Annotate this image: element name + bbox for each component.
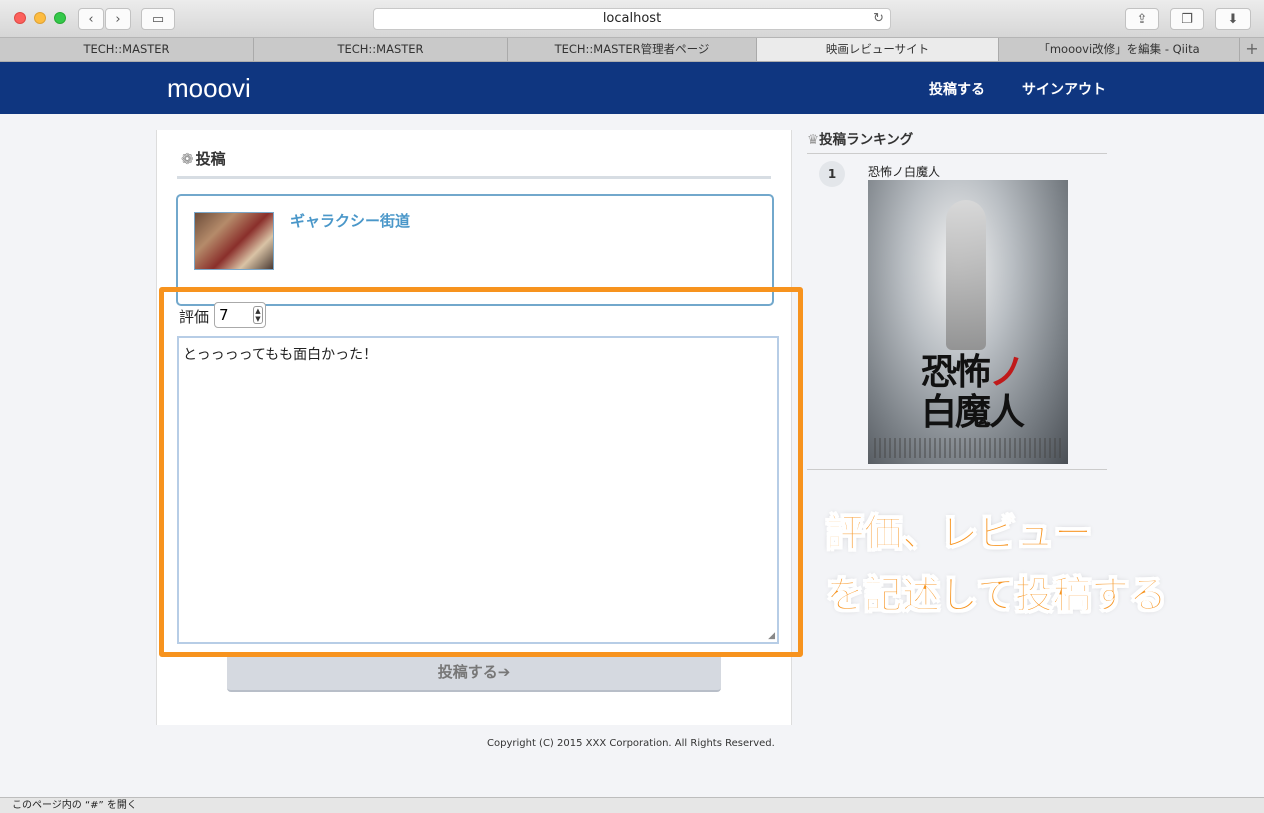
ranking-heading: ♛投稿ランキング (807, 132, 914, 148)
rating-number-input[interactable]: 7 ▲ ▼ (214, 302, 266, 328)
zoom-window-button[interactable] (54, 12, 66, 24)
heading-divider (177, 176, 771, 179)
page-title: ❁ 投稿 (181, 150, 226, 168)
tab-tech-master-2[interactable]: TECH::MASTER (254, 38, 508, 61)
movie-title-link[interactable]: ギャラクシー街道 (290, 210, 410, 231)
browser-titlebar: ‹ › ▭ localhost ↻ ⇪ ❐ ⬇ (0, 0, 1264, 38)
crown-icon: ♛ (807, 132, 820, 148)
download-icon: ⬇ (1227, 11, 1239, 27)
film-reel-icon: ❁ (181, 150, 194, 168)
sidebar-toggle-button[interactable]: ▭ (141, 8, 175, 30)
nav-signout-link[interactable]: サインアウト (1022, 79, 1106, 99)
ranking-movie-title[interactable]: 恐怖ノ白魔人 (868, 163, 940, 180)
rating-value: 7 (219, 306, 229, 324)
share-icon: ⇪ (1136, 11, 1148, 27)
downloads-button[interactable]: ⬇ (1215, 8, 1251, 30)
reload-icon[interactable]: ↻ (873, 9, 884, 29)
sidebar-icon: ▭ (151, 11, 165, 27)
tabs-overview-button[interactable]: ❐ (1170, 8, 1204, 30)
tab-qiita-edit[interactable]: 「mooovi改修」を編集 - Qiita (999, 38, 1240, 61)
stepper-arrows-icon[interactable]: ▲ ▼ (253, 306, 263, 324)
site-navbar: mooovi 投稿する サインアウト (0, 62, 1264, 114)
nav-post-link[interactable]: 投稿する (929, 79, 985, 99)
tab-tech-master-admin[interactable]: TECH::MASTER管理者ページ (508, 38, 757, 61)
rank-number-badge: 1 (819, 161, 845, 187)
annotation-line-1: 評価、レビュー (825, 511, 1093, 556)
forward-button[interactable]: › (105, 8, 131, 30)
resize-grip-icon[interactable]: ◢ (768, 631, 775, 641)
review-textarea[interactable]: とっっっってもも面白かった！ ◢ (177, 336, 779, 644)
annotation-line-2: を記述して投稿する (826, 573, 1168, 618)
tab-tech-master-1[interactable]: TECH::MASTER (0, 38, 254, 61)
tabs-icon: ❐ (1181, 11, 1193, 27)
chevron-right-icon: › (115, 11, 121, 27)
rating-label: 評価 (179, 308, 210, 326)
share-button[interactable]: ⇪ (1125, 8, 1159, 30)
close-window-button[interactable] (14, 12, 26, 24)
movie-card: ギャラクシー街道 (176, 194, 774, 306)
new-tab-button[interactable]: + (1240, 38, 1264, 61)
copyright-text: Copyright (C) 2015 XXX Corporation. All … (487, 738, 775, 749)
tab-movie-review-site[interactable]: 映画レビューサイト (757, 38, 999, 61)
back-button[interactable]: ‹ (78, 8, 104, 30)
address-text: localhost (602, 11, 662, 26)
ranking-movie-poster[interactable]: 恐怖ノ 白魔人 (868, 180, 1068, 464)
submit-post-button[interactable]: 投稿する➔ (227, 652, 721, 692)
post-panel: ❁ 投稿 ギャラクシー街道 評価 7 ▲ ▼ とっっっってもも面白かった！ ◢ 投稿… (156, 130, 792, 725)
movie-thumbnail[interactable] (194, 212, 274, 270)
brand-logo[interactable]: mooovi (167, 73, 251, 104)
chevron-left-icon: ‹ (88, 11, 94, 27)
poster-credits (874, 438, 1062, 458)
poster-figure (946, 200, 986, 350)
ranking-divider-top (807, 153, 1107, 154)
tab-bar: TECH::MASTER TECH::MASTER TECH::MASTER管理… (0, 38, 1264, 62)
address-bar[interactable]: localhost ↻ (373, 8, 891, 30)
poster-title-art: 恐怖ノ 白魔人 (920, 351, 1025, 433)
review-text: とっっっってもも面白かった！ (183, 347, 378, 363)
minimize-window-button[interactable] (34, 12, 46, 24)
ranking-divider-bottom (807, 469, 1107, 470)
status-bar: このページ内の “#” を開く (0, 797, 1264, 813)
